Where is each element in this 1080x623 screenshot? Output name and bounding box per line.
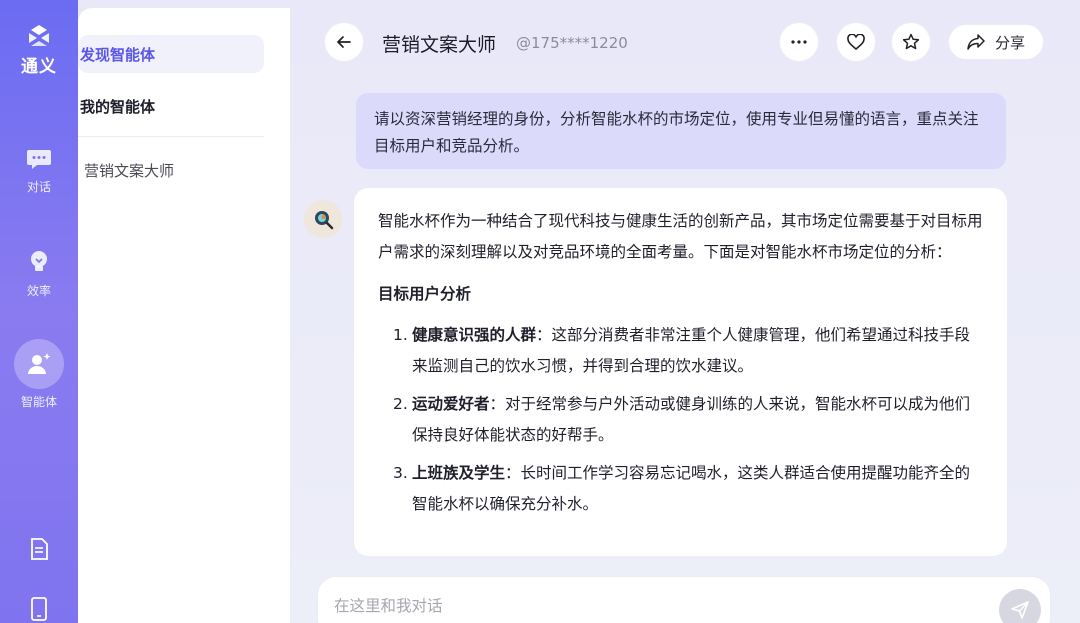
agent-icon [28, 353, 51, 374]
star-icon [902, 33, 920, 50]
agent-sidebar: 发现智能体 我的智能体 营销文案大师 [78, 8, 290, 623]
nav-my-agents[interactable]: 我的智能体 [80, 96, 155, 117]
user-message: 请以资深营销经理的身份，分析智能水杯的市场定位，使用专业但易懂的语言，重点关注目… [356, 93, 1006, 169]
more-button[interactable] [780, 23, 818, 61]
arrow-left-icon [337, 36, 351, 48]
bot-message: 智能水杯作为一种结合了现代科技与健康生活的创新产品，其市场定位需要基于对目标用户… [354, 188, 1007, 556]
app-logo[interactable]: 通义 [0, 24, 78, 77]
list-item-number: 1. [393, 326, 408, 344]
list-item-title: 健康意识强的人群 [412, 326, 537, 344]
chat-icon [27, 150, 51, 169]
rail-item-agent[interactable]: 智能体 [0, 339, 78, 410]
sidebar-divider [78, 136, 264, 137]
back-button[interactable] [325, 23, 363, 61]
document-button[interactable] [0, 537, 78, 561]
rail-item-chat[interactable]: 对话 [0, 146, 78, 195]
list-item-title: 运动爱好者 [412, 395, 490, 413]
logo-text: 通义 [21, 57, 57, 77]
rail-item-efficiency[interactable]: 效率 [0, 248, 78, 299]
page-title: 营销文案大师 [382, 34, 497, 56]
bot-avatar [304, 200, 342, 238]
list-item: 1. 健康意识强的人群：这部分消费者非常注重个人健康管理，他们希望通过科技手段来… [378, 320, 983, 382]
user-segment-list: 1. 健康意识强的人群：这部分消费者非常注重个人健康管理，他们希望通过科技手段来… [378, 320, 983, 520]
list-item-number: 2. [393, 395, 408, 413]
phone-button[interactable] [0, 597, 78, 621]
document-icon [31, 538, 48, 560]
section-title: 目标用户分析 [378, 285, 472, 303]
share-icon [967, 34, 985, 50]
send-icon [1011, 601, 1029, 619]
bot-intro: 智能水杯作为一种结合了现代科技与健康生活的创新产品，其市场定位需要基于对目标用户… [378, 212, 983, 261]
send-button[interactable] [999, 589, 1041, 623]
account-id: @175****1220 [516, 34, 628, 52]
sidebar-agent-item[interactable]: 营销文案大师 [84, 160, 174, 181]
list-item: 3. 上班族及学生：长时间工作学习容易忘记喝水，这类人群适合使用提醒功能齐全的智… [378, 458, 983, 520]
star-button[interactable] [892, 23, 930, 61]
more-icon [791, 40, 807, 44]
rail-item-label: 智能体 [20, 395, 57, 409]
share-button[interactable]: 分享 [949, 25, 1043, 59]
phone-icon [31, 597, 47, 621]
list-item: 2. 运动爱好者：对于经常参与户外活动或健身训练的人来说，智能水杯可以成为他们保… [378, 389, 983, 451]
heart-icon [847, 34, 865, 50]
nav-discover-agents[interactable]: 发现智能体 [78, 35, 264, 73]
chat-main: 营销文案大师 @175****1220 分享 请以资深营销经理的身份，分析智能水… [290, 0, 1080, 623]
tongyi-logo-icon [29, 25, 49, 46]
list-item-title: 上班族及学生 [412, 464, 506, 482]
magnifier-avatar-icon [315, 211, 334, 230]
lightbulb-icon [31, 251, 47, 271]
share-label: 分享 [994, 33, 1025, 52]
message-input[interactable] [334, 597, 934, 615]
list-item-text: ：对于经常参与户外活动或健身训练的人来说，智能水杯可以成为他们保持良好体能状态的… [412, 395, 971, 444]
favorite-button[interactable] [837, 23, 875, 61]
rail-item-label: 对话 [26, 180, 51, 194]
list-item-number: 3. [393, 464, 408, 482]
left-rail: 通义 对话 效率 智能体 [0, 0, 78, 623]
message-composer [318, 577, 1050, 623]
rail-item-label: 效率 [26, 284, 51, 298]
